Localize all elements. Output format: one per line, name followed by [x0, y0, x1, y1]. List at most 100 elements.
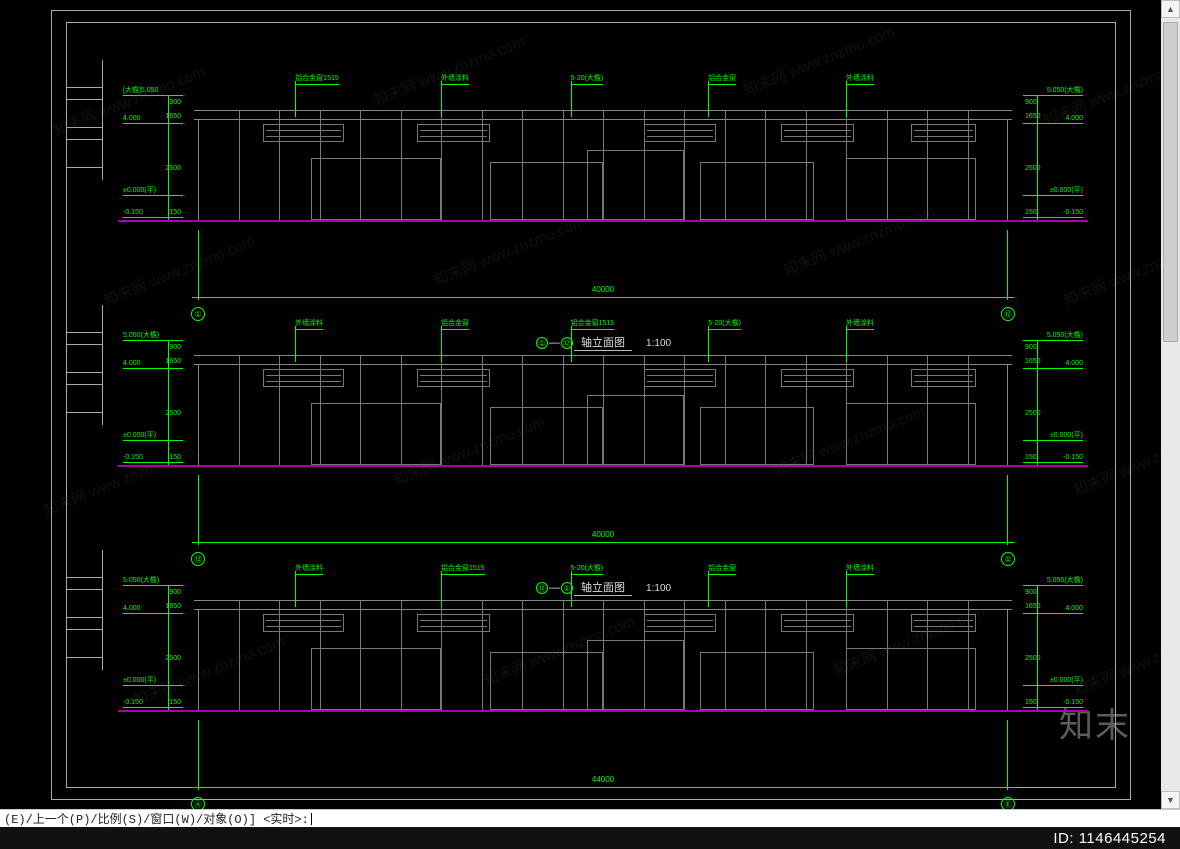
elevation-level-label: ±0.000(平): [123, 677, 156, 684]
elevation-level-label: -0.150: [123, 209, 143, 216]
elevation-level-label: -0.150: [1063, 454, 1083, 461]
elevation-level-label: ±0.000(平): [123, 187, 156, 194]
vertical-dimension-right: 5.050(大檐)4.000±0.000(平)-0.15015025001650…: [1023, 585, 1083, 710]
dimension-value: 150: [1025, 454, 1037, 461]
elevation-level-label: -0.150: [1063, 699, 1083, 706]
louver-window: [644, 124, 717, 142]
louver-window: [417, 369, 490, 387]
dimension-value: 150: [169, 209, 181, 216]
louver-window: [263, 614, 344, 632]
dimension-value: 40000: [198, 285, 1008, 294]
door-opening: [587, 640, 684, 710]
command-line[interactable]: (E)/上一个(P)/比例(S)/窗口(W)/对象(O)] <实时>:: [0, 809, 1180, 827]
louver-window: [644, 614, 717, 632]
elevation-view: 铝合金窗1515外墙涂料5-20(大檐)铝合金窗外墙涂料[大檐]5.0504.0…: [123, 55, 1083, 280]
elevation-level-label: 5.050(大檐): [1047, 577, 1083, 584]
dimension-value: 2500: [165, 410, 181, 417]
dimension-value: 150: [169, 699, 181, 706]
dimension-value: 2500: [165, 165, 181, 172]
elevation-level-label: 5.050(大檐): [123, 332, 159, 339]
louver-window: [911, 614, 976, 632]
titleblock-column: [67, 60, 103, 180]
louver-window: [911, 369, 976, 387]
dimension-value: 900: [169, 589, 181, 596]
structural-mullion: [239, 355, 240, 465]
vertical-scrollbar[interactable]: ▲ ▼: [1161, 0, 1180, 809]
dimension-value: 150: [1025, 209, 1037, 216]
door-opening: [587, 150, 684, 220]
louver-window: [417, 614, 490, 632]
door-opening: [846, 403, 976, 465]
vertical-dimension-right: 5.050(大檐)4.000±0.000(平)-0.15015025001650…: [1023, 95, 1083, 220]
structural-mullion: [239, 600, 240, 710]
dimension-value: 1650: [165, 358, 181, 365]
building-elevation: [198, 110, 1008, 220]
elevation-level-label: -0.150: [123, 699, 143, 706]
building-elevation: [198, 355, 1008, 465]
ground-line: [118, 465, 1088, 467]
scroll-down-button[interactable]: ▼: [1161, 791, 1180, 809]
dimension-value: 1650: [165, 603, 181, 610]
louver-window: [644, 369, 717, 387]
dimension-value: 150: [1025, 699, 1037, 706]
dimension-value: 2500: [1025, 655, 1041, 662]
elevation-level-label: 4.000: [123, 360, 141, 367]
ground-line: [118, 710, 1088, 712]
elevation-level-label: -0.150: [123, 454, 143, 461]
elevation-level-label: 4.000: [1065, 360, 1083, 367]
cad-app-window: 知末 铝合金窗1515外墙涂料5-20(大檐)铝合金窗外墙涂料[大檐]5.050…: [0, 0, 1180, 849]
dimension-value: 1650: [1025, 603, 1041, 610]
elevation-level-label: ±0.000(平): [1050, 187, 1083, 194]
elevation-level-label: -0.150: [1063, 209, 1083, 216]
dimension-value: 2500: [1025, 410, 1041, 417]
elevation-level-label: 4.000: [123, 115, 141, 122]
elevation-level-label: 4.000: [1065, 605, 1083, 612]
elevation-level-label: 5.050(大檐): [1047, 87, 1083, 94]
elevation-level-label: [大檐]5.050: [123, 87, 158, 94]
vertical-dimension-left: 5.050(大檐)4.000±0.000(平)-0.15015025001650…: [123, 340, 183, 465]
dimension-value: 900: [169, 99, 181, 106]
vertical-dimension-left: [大檐]5.0504.000±0.000(平)-0.15015025001650…: [123, 95, 183, 220]
door-opening: [311, 648, 441, 710]
door-opening: [587, 395, 684, 465]
dimension-value: 900: [1025, 344, 1037, 351]
drawing-canvas[interactable]: 知末 铝合金窗1515外墙涂料5-20(大檐)铝合金窗外墙涂料[大檐]5.050…: [8, 0, 1161, 809]
dimension-value: 44000: [198, 775, 1008, 784]
door-opening: [311, 403, 441, 465]
louver-window: [417, 124, 490, 142]
dimension-value: 900: [1025, 99, 1037, 106]
louver-window: [263, 124, 344, 142]
louver-window: [781, 614, 854, 632]
elevation-level-label: 5.050(大檐): [123, 577, 159, 584]
door-opening: [846, 648, 976, 710]
door-opening: [700, 652, 813, 710]
command-line-text: (E)/上一个(P)/比例(S)/窗口(W)/对象(O)] <实时>:: [4, 810, 309, 827]
footer-bar: ID: 1146445254: [0, 827, 1180, 849]
dimension-value: 1650: [165, 113, 181, 120]
elevation-level-label: 4.000: [1065, 115, 1083, 122]
scroll-thumb[interactable]: [1163, 22, 1178, 342]
asset-id: ID: 1146445254: [1053, 830, 1166, 847]
structural-mullion: [239, 110, 240, 220]
titleblock-column: [67, 305, 103, 425]
door-opening: [700, 162, 813, 220]
dimension-value: 900: [1025, 589, 1037, 596]
ground-line: [118, 220, 1088, 222]
building-elevation: [198, 600, 1008, 710]
elevation-view: 外墙涂料铝合金窗15155-20(大檐)铝合金窗外墙涂料5.050(大檐)4.0…: [123, 545, 1083, 770]
elevation-level-label: 4.000: [123, 605, 141, 612]
scroll-up-button[interactable]: ▲: [1161, 0, 1180, 18]
louver-window: [263, 369, 344, 387]
dimension-value: 1650: [1025, 113, 1041, 120]
dimension-value: 1650: [1025, 358, 1041, 365]
dimension-value: 900: [169, 344, 181, 351]
elevation-level-label: 5.050(大檐): [1047, 332, 1083, 339]
elevation-level-label: ±0.000(平): [123, 432, 156, 439]
dimension-value: 2500: [165, 655, 181, 662]
louver-window: [781, 369, 854, 387]
elevation-level-label: ±0.000(平): [1050, 677, 1083, 684]
louver-window: [781, 124, 854, 142]
dimension-value: 40000: [198, 530, 1008, 539]
door-opening: [700, 407, 813, 465]
command-line-caret: [311, 813, 312, 825]
